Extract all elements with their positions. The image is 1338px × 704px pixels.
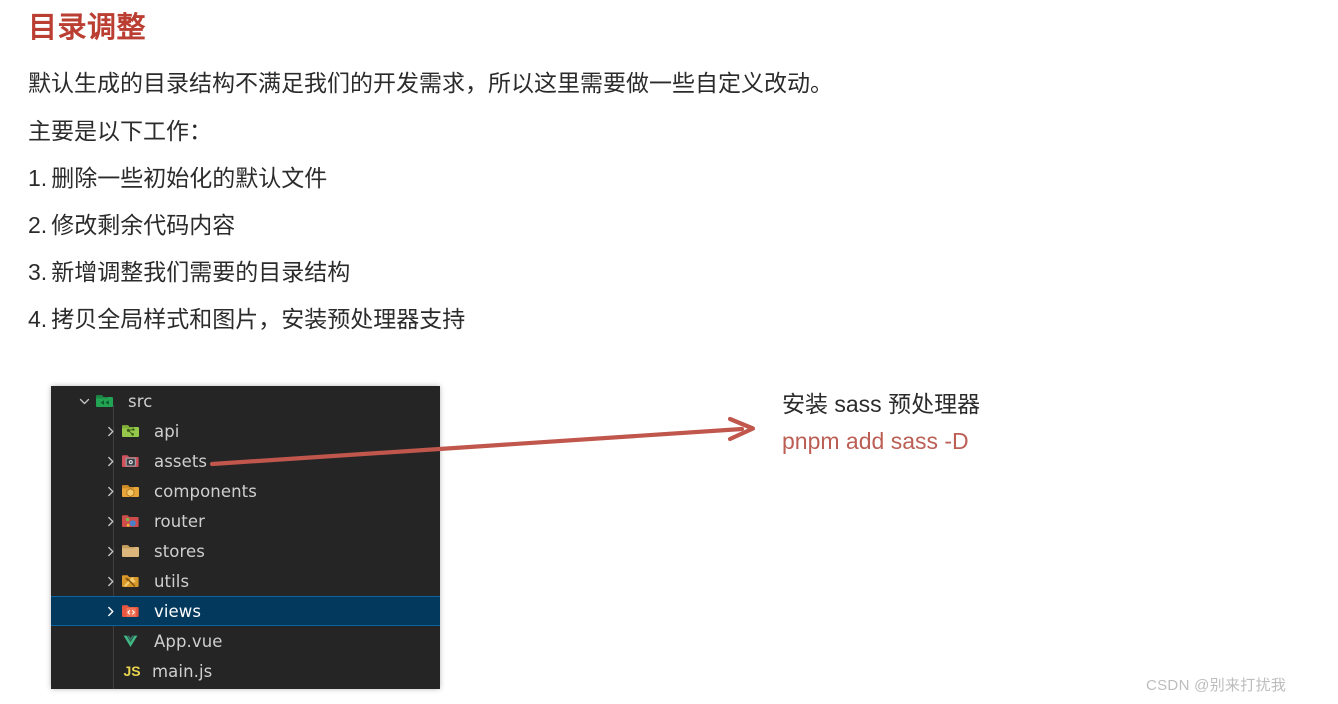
folder-stores-icon: [121, 543, 147, 559]
folder-api-icon: [121, 423, 147, 439]
folder-router-icon: [121, 513, 147, 529]
tree-row-label: assets: [154, 451, 208, 471]
tree-row-label: components: [154, 481, 257, 501]
list-item-text: 删除一些初始化的默认文件: [51, 165, 328, 191]
csdn-watermark: CSDN @别来打扰我: [1146, 677, 1287, 694]
tree-row[interactable]: router: [51, 506, 440, 536]
tree-row[interactable]: App.vue: [51, 626, 440, 656]
tree-row-label: router: [154, 511, 205, 531]
list-item-number: 4.: [28, 306, 48, 332]
tree-row[interactable]: JS main.js: [51, 656, 440, 686]
list-item-text: 拷贝全局样式和图片，安装预处理器支持: [51, 306, 466, 332]
chevron-right-icon[interactable]: [101, 426, 119, 437]
list-item-number: 2.: [28, 212, 48, 238]
chevron-right-icon[interactable]: [101, 546, 119, 557]
list-item-number: 1.: [28, 165, 48, 191]
list-item: 4. 拷贝全局样式和图片，安装预处理器支持: [28, 296, 1028, 343]
chevron-right-icon[interactable]: [101, 516, 119, 527]
tree-row[interactable]: src: [51, 386, 440, 416]
folder-views-icon: [121, 603, 147, 619]
tree-row-label: utils: [154, 571, 190, 591]
vue-file-icon: [121, 633, 147, 649]
chevron-right-icon[interactable]: [101, 486, 119, 497]
tree-row[interactable]: utils: [51, 566, 440, 596]
tree-row-label: App.vue: [154, 631, 223, 651]
annotation-line-1: 安装 sass 预处理器: [782, 391, 981, 417]
list-item-number: 3.: [28, 259, 48, 285]
chevron-right-icon[interactable]: [101, 576, 119, 587]
tree-row-label: api: [154, 421, 180, 441]
tree-row-label: stores: [154, 541, 205, 561]
list-item: 2. 修改剩余代码内容: [28, 202, 1028, 249]
list-item: 1. 删除一些初始化的默认文件: [28, 155, 1028, 202]
annotation-block: 安装 sass 预处理器 pnpm add sass -D: [782, 388, 1112, 458]
tree-row[interactable]: assets: [51, 446, 440, 476]
list-item: 3. 新增调整我们需要的目录结构: [28, 249, 1028, 296]
paragraph-1: 默认生成的目录结构不满足我们的开发需求，所以这里需要做一些自定义改动。: [28, 70, 833, 96]
folder-assets-icon: [121, 453, 147, 469]
chevron-right-icon[interactable]: [101, 456, 119, 467]
article-content: 目录调整 默认生成的目录结构不满足我们的开发需求，所以这里需要做一些自定义改动。…: [28, 0, 1028, 343]
folder-utils-icon: [121, 573, 147, 589]
tree-row-label: src: [128, 391, 153, 411]
page-title: 目录调整: [28, 12, 147, 44]
list-item-text: 修改剩余代码内容: [51, 212, 236, 238]
tree-row-label: main.js: [152, 661, 213, 681]
tree-row-label: views: [154, 601, 202, 621]
list-item-text: 新增调整我们需要的目录结构: [51, 259, 351, 285]
paragraph-2: 主要是以下工作：: [28, 118, 212, 144]
tree-row-selected[interactable]: views: [51, 596, 440, 626]
tree-row[interactable]: components: [51, 476, 440, 506]
folder-components-icon: [121, 483, 147, 499]
annotation-line-2: pnpm add sass -D: [782, 428, 969, 454]
js-file-icon: JS: [123, 663, 141, 679]
tree-row[interactable]: api: [51, 416, 440, 446]
folder-src-icon: [95, 393, 121, 409]
tree-row[interactable]: stores: [51, 536, 440, 566]
chevron-right-icon[interactable]: [101, 606, 119, 617]
file-explorer-panel[interactable]: src api assets components router stores …: [51, 386, 440, 689]
chevron-down-icon[interactable]: [75, 396, 93, 407]
